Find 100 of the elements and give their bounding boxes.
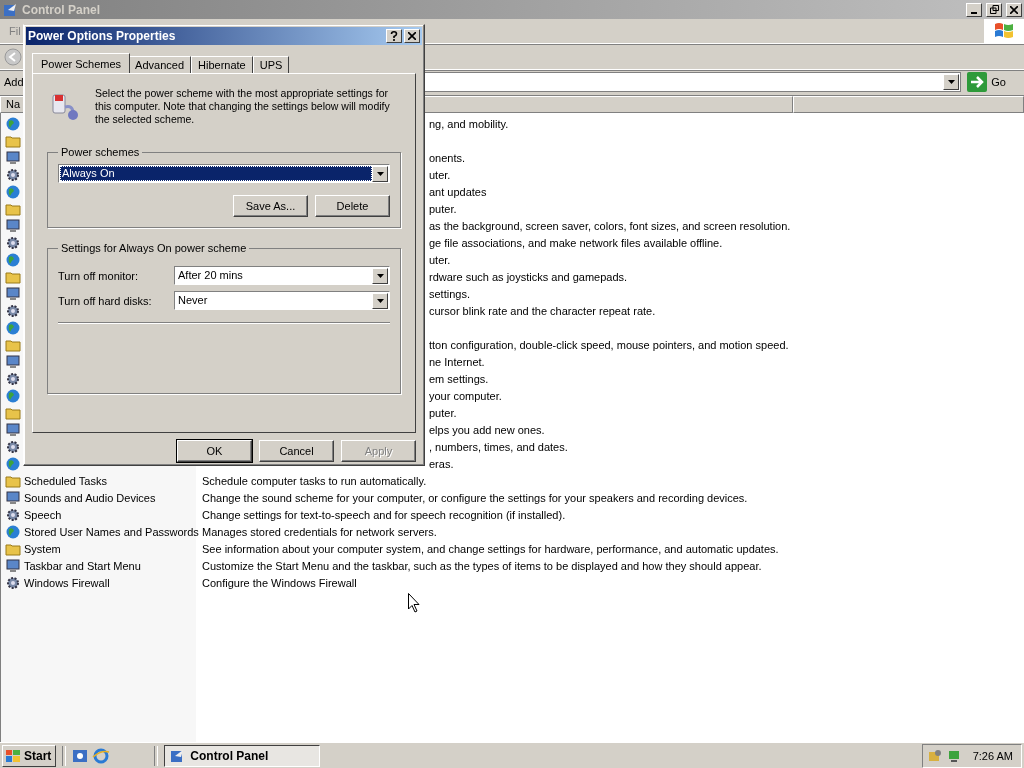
help-button[interactable]: [386, 29, 402, 43]
start-button[interactable]: Start: [2, 744, 57, 767]
item-description: Customize the Start Menu and the taskbar, such as the types of items to be displayed and how they should appear.: [201, 559, 762, 572]
item-name[interactable]: System: [21, 542, 198, 555]
go-button[interactable]: Go: [965, 72, 1020, 92]
globe-icon: [5, 115, 21, 132]
item-name[interactable]: Windows Firewall: [21, 576, 198, 589]
item-description: onents.: [428, 151, 466, 164]
item-name[interactable]: Taskbar and Start Menu: [21, 559, 198, 572]
gear-icon: [5, 166, 21, 183]
item-description: puter.: [428, 202, 457, 215]
monitor-icon: [5, 557, 21, 574]
control-panel-icon: [169, 747, 186, 764]
monitor-icon: [5, 421, 21, 438]
close-icon: [1010, 5, 1018, 14]
dropdown-arrow-icon: [376, 171, 384, 176]
globe-icon: [5, 319, 21, 336]
group-label: Settings for Always On power scheme: [60, 242, 248, 254]
globe-icon: [5, 183, 21, 200]
gear-icon: [5, 370, 21, 387]
gear-icon: [5, 438, 21, 455]
item-name[interactable]: Speech: [21, 508, 198, 521]
control-panel-icon: [2, 1, 18, 18]
window-title: Control Panel: [22, 2, 101, 17]
address-label: Add: [4, 76, 24, 88]
item-name[interactable]: Stored User Names and Passwords: [21, 525, 198, 538]
item-description: your computer.: [428, 389, 502, 402]
monitor-icon: [5, 285, 21, 302]
globe-icon: [5, 455, 21, 472]
setting-dropdown[interactable]: Never: [174, 291, 390, 310]
item-description: See information about your computer system, and change settings for hardware, performance, and automatic updates.: [201, 542, 779, 555]
item-description: rdware such as joysticks and gamepads.: [428, 270, 628, 283]
scheme-dropdown[interactable]: Always On: [58, 164, 390, 183]
tab[interactable]: UPS: [252, 56, 290, 73]
dialog-title: Power Options Properties: [28, 29, 177, 43]
item-description: uter.: [428, 168, 451, 181]
item-description: Change the sound scheme for your computer, or configure the settings for your speakers and recording devices.: [201, 491, 748, 504]
close-button[interactable]: [1006, 2, 1022, 17]
item-description: em settings.: [428, 372, 489, 385]
setting-dropdown[interactable]: After 20 mins: [174, 266, 390, 285]
item-description: ant updates: [428, 185, 487, 198]
item-description: Configure the Windows Firewall: [201, 576, 357, 589]
windows-flag-icon: [5, 748, 21, 763]
dialog-button[interactable]: Save As...: [233, 195, 308, 217]
item-description: , numbers, times, and dates.: [428, 440, 568, 453]
clock: 7:26 AM: [972, 749, 1013, 762]
dialog-button[interactable]: Cancel: [259, 440, 334, 462]
globe-icon: [5, 251, 21, 268]
minimize-icon: [971, 11, 977, 14]
dialog-button[interactable]: OK: [177, 440, 252, 462]
item-description: Schedule computer tasks to run automatically.: [201, 474, 427, 487]
back-button[interactable]: [4, 48, 22, 66]
dropdown-arrow-icon: [376, 298, 384, 303]
close-icon: [408, 32, 416, 40]
item-description: as the background, screen saver, colors, font sizes, and screen resolution.: [428, 219, 791, 232]
item-description: elps you add new ones.: [428, 423, 545, 436]
item-description: puter.: [428, 406, 457, 419]
help-icon: [390, 31, 398, 41]
tab[interactable]: Hibernate: [191, 56, 253, 73]
item-description: ne Internet.: [428, 355, 485, 368]
gear-icon: [5, 506, 21, 523]
mouse-pointer-icon: [408, 593, 420, 613]
gear-icon: [5, 302, 21, 319]
gear-icon: [5, 234, 21, 251]
dropdown-arrow-icon: [947, 80, 955, 84]
monitor-icon: [5, 149, 21, 166]
taskbar-button[interactable]: Control Panel: [164, 744, 321, 767]
globe-icon: [5, 523, 21, 540]
item-description: ge file associations, and make network files available offline.: [428, 236, 723, 249]
browser-icon[interactable]: [92, 747, 111, 764]
monitor-icon: [5, 353, 21, 370]
monitor-icon: [5, 489, 21, 506]
group-label: Power schemes: [60, 146, 141, 158]
dropdown-arrow-icon: [376, 273, 384, 278]
tab[interactable]: Power Schemes: [32, 53, 131, 73]
globe-icon: [5, 387, 21, 404]
restore-button[interactable]: [986, 2, 1002, 17]
item-name[interactable]: Scheduled Tasks: [21, 474, 198, 487]
item-description: tton configuration, double-click speed, mouse pointers, and motion speed.: [428, 338, 789, 351]
minimize-button[interactable]: [966, 2, 982, 17]
item-description: ng, and mobility.: [428, 117, 509, 130]
intro-text: Select the power scheme with the most appropriate settings for this computer. Note that changing the settings below will modify the selected scheme.: [95, 87, 391, 126]
tray-icon[interactable]: [926, 747, 943, 764]
item-description: Manages stored credentials for network servers.: [201, 525, 437, 538]
restore-icon: [989, 5, 999, 14]
arrow-icon: [967, 72, 988, 92]
desktop-icon[interactable]: [72, 747, 89, 764]
item-name[interactable]: Sounds and Audio Devices: [21, 491, 198, 504]
item-description: cursor blink rate and the character repeat rate.: [428, 304, 656, 317]
item-description: Change settings for text-to-speech and for speech recognition (if installed).: [201, 508, 566, 521]
monitor-icon: [5, 217, 21, 234]
setting-label: Turn off hard disks:: [58, 294, 153, 307]
item-description: eras.: [428, 457, 454, 470]
setting-label: Turn off monitor:: [58, 269, 140, 282]
item-description: uter.: [428, 253, 451, 266]
tab[interactable]: Advanced: [128, 56, 192, 73]
close-button[interactable]: [404, 29, 420, 43]
dialog-button[interactable]: Delete: [315, 195, 390, 217]
gear-icon: [5, 574, 21, 591]
item-description: settings.: [428, 287, 470, 300]
